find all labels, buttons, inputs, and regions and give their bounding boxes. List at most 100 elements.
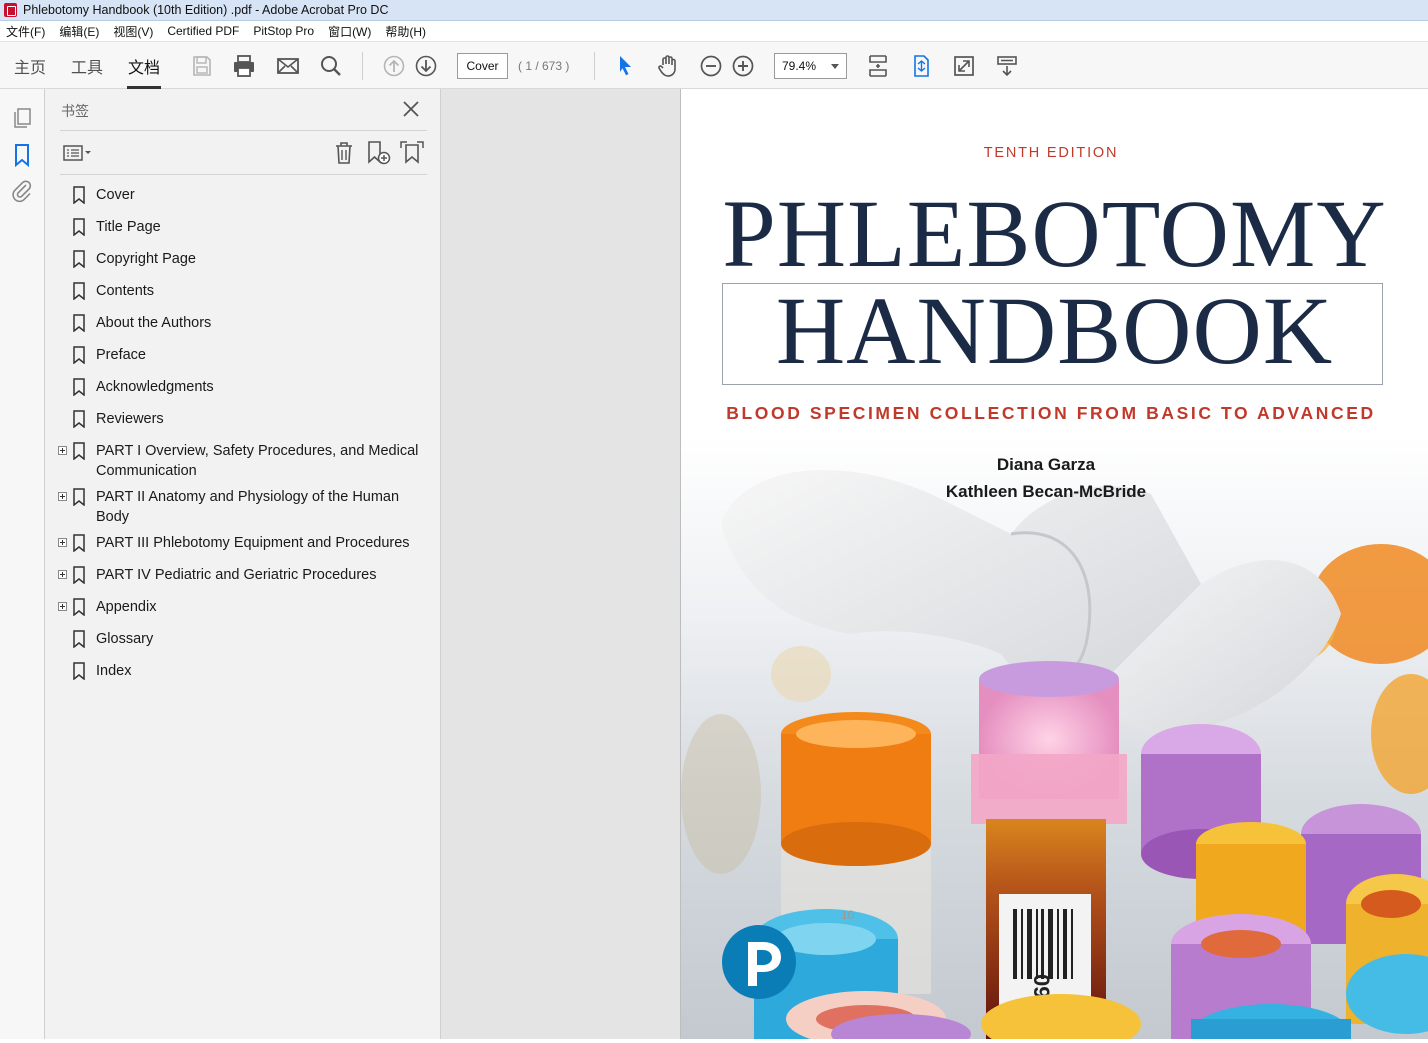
bookmark-part-2[interactable]: PART II Anatomy and Physiology of the Hu… [55, 487, 435, 527]
email-icon[interactable] [276, 54, 300, 78]
bookmark-cover[interactable]: Cover [55, 185, 435, 205]
bookmark-copyright-page[interactable]: Copyright Page [55, 249, 435, 269]
bookmark-acknowledgments[interactable]: Acknowledgments [55, 377, 435, 397]
bookmark-part-1[interactable]: PART I Overview, Safety Procedures, and … [55, 441, 435, 481]
author-name: Diana Garza [996, 455, 1096, 474]
bookmark-label: Index [96, 663, 132, 679]
scrolling-mode-icon[interactable] [866, 54, 890, 78]
bookmark-icon [73, 662, 85, 680]
bookmark-label: Title Page [96, 219, 161, 235]
tube-graduation-mark: 10 [841, 908, 855, 922]
read-mode-icon[interactable] [995, 54, 1019, 78]
tab-home[interactable]: 主页 [14, 54, 46, 89]
bookmark-index[interactable]: Index [55, 661, 435, 681]
bookmark-glossary[interactable]: Glossary [55, 629, 435, 649]
author-name: Kathleen Becan-McBride [945, 482, 1147, 501]
select-tool-icon[interactable] [613, 54, 637, 78]
menu-pitstop-pro[interactable]: PitStop Pro [253, 24, 314, 38]
bookmark-label: Glossary [96, 631, 154, 647]
zoom-level-select[interactable]: 79.4% [774, 53, 847, 79]
hand-tool-icon[interactable] [656, 54, 680, 78]
bookmark-icon [73, 314, 85, 332]
menu-help[interactable]: 帮助(H) [385, 23, 426, 40]
full-screen-icon[interactable] [952, 54, 976, 78]
main-toolbar: 主页 工具 文档 Cover ( 1 / 673 ) 79.4% [0, 42, 1428, 89]
cover-title-line1: PHLEBOTOMY [722, 180, 1387, 287]
tab-document[interactable]: 文档 [126, 54, 162, 89]
page-number-input[interactable]: Cover [457, 53, 508, 79]
bookmark-icon [73, 566, 85, 584]
zoom-out-icon[interactable] [699, 54, 723, 78]
bookmark-title-page[interactable]: Title Page [55, 217, 435, 237]
save-icon[interactable] [190, 54, 214, 78]
print-icon[interactable] [232, 54, 256, 78]
menu-window[interactable]: 窗口(W) [328, 23, 371, 40]
zoom-level-value: 79.4% [782, 59, 817, 73]
pdf-page: TENTH EDITION PHLEBOTOMY HANDBOOK BLOOD … [681, 89, 1428, 1039]
expand-icon[interactable] [58, 602, 67, 611]
bookmark-label: Appendix [96, 599, 157, 615]
bookmark-icon [73, 218, 85, 236]
pearson-logo [722, 922, 796, 1002]
bookmark-icon [73, 410, 85, 428]
expand-icon[interactable] [58, 570, 67, 579]
bookmark-label: Acknowledgments [96, 379, 214, 395]
bookmark-icon [73, 282, 85, 300]
bookmark-label: PART II Anatomy and Physiology of the Hu… [96, 489, 400, 525]
bookmarks-panel-title: 书签 [61, 103, 89, 119]
bookmark-label: Preface [96, 347, 146, 363]
menu-file[interactable]: 文件(F) [6, 23, 45, 40]
zoom-in-icon[interactable] [731, 54, 755, 78]
menu-certified-pdf[interactable]: Certified PDF [167, 24, 239, 38]
search-icon[interactable] [319, 54, 343, 78]
navigation-rail [0, 89, 45, 1039]
bookmark-icon [73, 442, 85, 460]
panel-divider [60, 130, 427, 131]
bookmark-icon [73, 630, 85, 648]
bookmark-icon [73, 534, 85, 552]
expand-icon[interactable] [58, 492, 67, 501]
cover-title-line2: HANDBOOK [775, 277, 1334, 384]
bookmark-contents[interactable]: Contents [55, 281, 435, 301]
fit-page-icon[interactable] [909, 54, 933, 78]
bookmark-icon [73, 346, 85, 364]
bookmark-list: Cover Title Page Copyright Page Contents… [55, 185, 435, 693]
toolbar-divider [362, 52, 363, 80]
bookmark-label: PART III Phlebotomy Equipment and Proced… [96, 535, 410, 551]
bookmarks-panel: 书签 Cover Title Page Copyright Page Conte… [45, 89, 441, 1039]
chevron-down-icon [831, 64, 839, 69]
previous-page-icon[interactable] [382, 54, 406, 78]
bookmark-about-the-authors[interactable]: About the Authors [55, 313, 435, 333]
bookmark-part-4[interactable]: PART IV Pediatric and Geriatric Procedur… [55, 565, 435, 585]
bookmark-label: Cover [96, 187, 135, 203]
bookmark-preface[interactable]: Preface [55, 345, 435, 365]
expand-icon[interactable] [58, 538, 67, 547]
bookmark-reviewers[interactable]: Reviewers [55, 409, 435, 429]
bookmark-panel-icon[interactable] [10, 143, 34, 168]
next-page-icon[interactable] [414, 54, 438, 78]
bookmark-part-3[interactable]: PART III Phlebotomy Equipment and Proced… [55, 533, 435, 553]
menu-view[interactable]: 视图(V) [113, 23, 153, 40]
attachments-icon[interactable] [10, 179, 34, 203]
page-thumbnails-icon[interactable] [10, 106, 34, 130]
bookmark-icon [73, 488, 85, 506]
bookmark-appendix[interactable]: Appendix [55, 597, 435, 617]
window-title: Phlebotomy Handbook (10th Edition) .pdf … [23, 3, 389, 17]
tab-tools[interactable]: 工具 [71, 54, 103, 89]
bookmark-label: Copyright Page [96, 251, 196, 267]
delete-bookmark-icon[interactable] [331, 140, 357, 166]
bookmark-icon [73, 186, 85, 204]
expand-icon[interactable] [58, 446, 67, 455]
cover-edition: TENTH EDITION [983, 145, 1119, 161]
new-bookmark-icon[interactable] [365, 140, 391, 166]
panel-divider [60, 174, 427, 175]
bookmark-icon [73, 598, 85, 616]
document-view[interactable]: TENTH EDITION PHLEBOTOMY HANDBOOK BLOOD … [441, 89, 1428, 1039]
bookmark-icon [73, 378, 85, 396]
cover-authors: Diana Garza Kathleen Becan-McBride [681, 451, 1411, 505]
bookmark-options-icon[interactable] [61, 140, 95, 166]
expand-bookmark-icon[interactable] [399, 140, 425, 166]
close-icon[interactable] [401, 99, 421, 119]
toolbar-divider [594, 52, 595, 80]
menu-edit[interactable]: 编辑(E) [59, 23, 99, 40]
